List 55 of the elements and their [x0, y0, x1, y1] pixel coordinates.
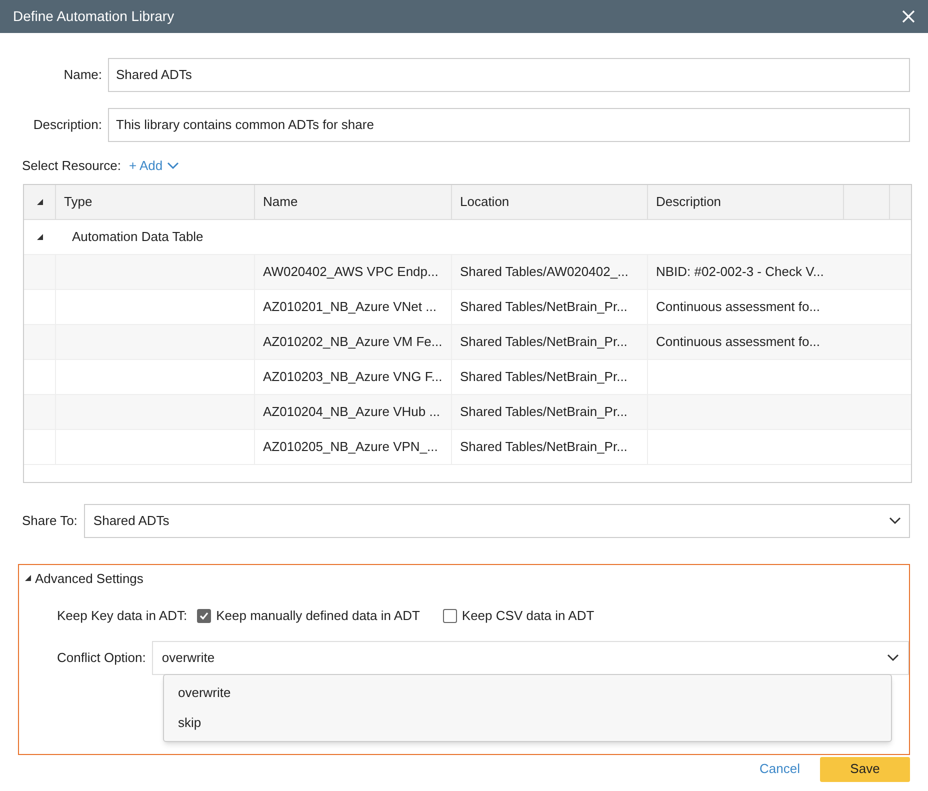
dropdown-option[interactable]: overwrite [164, 678, 891, 708]
column-header[interactable]: Description [656, 192, 722, 212]
table-cell-text: AZ010205_NB_Azure VPN_... [263, 438, 438, 456]
field-label: Share To: [22, 512, 78, 530]
text-field[interactable]: Shared ADTs [108, 58, 910, 92]
table-cell-text: Continuous assessment fo... [656, 298, 820, 316]
chevron-down-icon [166, 162, 179, 170]
chevron-down-icon [887, 654, 899, 662]
table-row[interactable]: AZ010201_NB_Azure VNet ... Shared Tables/NetBrain_Pr... Continuous assessment fo... [24, 290, 911, 324]
section-label: Advanced Settings [35, 570, 144, 588]
save-button[interactable]: Save [820, 756, 910, 782]
dropdown-option[interactable]: skip [164, 708, 891, 738]
checkbox[interactable] [197, 608, 212, 623]
table-cell-text: AZ010203_NB_Azure VNG F... [263, 368, 442, 386]
table-row[interactable]: AZ010202_NB_Azure VM Fe... Shared Tables/NetBrain_Pr... Continuous assessment fo... [24, 324, 911, 360]
window-title: Define Automation Library [13, 7, 174, 26]
table-cell-text: Shared Tables/NetBrain_Pr... [460, 438, 628, 456]
table-row[interactable]: AZ010205_NB_Azure VPN_... Shared Tables/NetBrain_Pr... [24, 430, 911, 464]
table-row[interactable]: AZ010203_NB_Azure VNG F... Shared Tables/NetBrain_Pr... [24, 360, 911, 394]
table-cell-text: Shared Tables/NetBrain_Pr... [460, 298, 628, 316]
text-field[interactable]: This library contains common ADTs for share [108, 108, 910, 142]
table-cell-text: AZ010202_NB_Azure VM Fe... [263, 332, 442, 351]
column-header[interactable]: Location [460, 192, 510, 212]
checkbox[interactable] [442, 608, 457, 623]
checkmark-icon [199, 610, 210, 621]
share-to-dropdown[interactable]: Shared ADTs [84, 504, 910, 538]
table-cell-text: AZ010204_NB_Azure VHub ... [263, 402, 440, 421]
checkbox-label: Keep manually defined data in ADT [216, 607, 420, 625]
field-label: Name: [62, 66, 103, 84]
table-cell-text: Continuous assessment fo... [656, 332, 820, 351]
chevron-down-icon [889, 516, 901, 524]
collapse-triangle-icon[interactable] [36, 232, 44, 240]
collapse-triangle-icon[interactable] [24, 574, 32, 582]
cancel-button[interactable]: Cancel [750, 756, 810, 782]
table-row[interactable]: AW020402_AWS VPC Endp... Shared Tables/AW020402_... NBID: #02-002-3 - Check V... [24, 254, 911, 290]
table-cell-text: AZ010201_NB_Azure VNet ... [263, 298, 436, 316]
field-label: Description: [32, 116, 103, 134]
table-cell-text: Shared Tables/NetBrain_Pr... [460, 332, 628, 351]
table-row[interactable]: AZ010204_NB_Azure VHub ... Shared Tables/NetBrain_Pr... [24, 394, 911, 430]
table-cell-text: Shared Tables/NetBrain_Pr... [460, 402, 628, 421]
add-link[interactable]: + Add [129, 156, 179, 176]
column-header[interactable]: Type [64, 192, 92, 212]
column-header[interactable]: Name [263, 192, 298, 212]
table-cell-text: Shared Tables/AW020402_... [460, 262, 628, 281]
group-label: Automation Data Table [71, 228, 204, 246]
table-cell-text: NBID: #02-002-3 - Check V... [656, 262, 824, 281]
table-cell-text: Shared Tables/NetBrain_Pr... [460, 368, 628, 386]
collapse-triangle-icon[interactable] [36, 198, 44, 206]
table-cell-text: AW020402_AWS VPC Endp... [263, 262, 438, 281]
conflict-option-dropdown[interactable]: overwrite [152, 640, 909, 674]
section-label: Select Resource: [22, 157, 121, 175]
close-button[interactable] [901, 10, 915, 24]
checkbox-label: Keep CSV data in ADT [462, 607, 594, 625]
field-label: Keep Key data in ADT: [57, 607, 188, 625]
field-label: Conflict Option: [57, 648, 147, 667]
